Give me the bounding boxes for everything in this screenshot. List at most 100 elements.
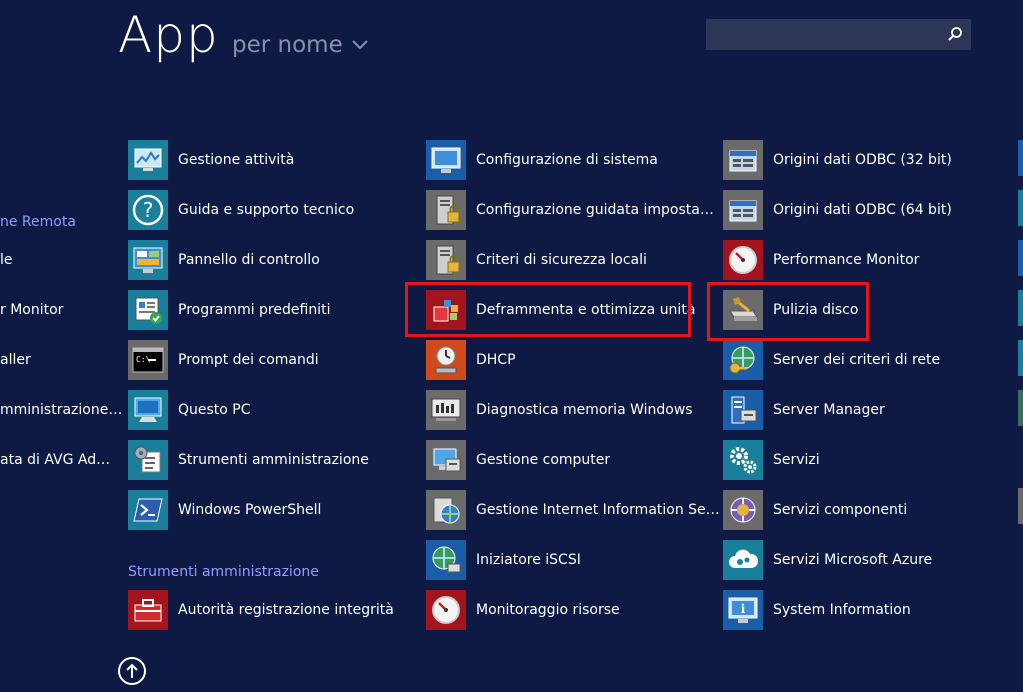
app-system-information[interactable]: i System Information	[723, 588, 911, 632]
app-performance-monitor[interactable]: Performance Monitor	[723, 238, 919, 282]
app-label: le	[0, 252, 13, 268]
app-label: Gestione computer	[476, 452, 611, 468]
app-label: Server dei criteri di rete	[773, 352, 941, 368]
powershell-icon	[128, 490, 168, 530]
app-label: Autorità registrazione integrità	[178, 602, 394, 618]
app-control-panel[interactable]: Pannello di controllo	[128, 238, 320, 282]
app-label: Origini dati ODBC (64 bit)	[773, 202, 952, 218]
app-label: System Information	[773, 602, 911, 618]
app-tile-partial[interactable]: ata di AVG Ad…	[0, 438, 110, 482]
app-system-config[interactable]: Configurazione di sistema	[426, 138, 658, 182]
app-network-policy-server[interactable]: Server dei criteri di rete	[723, 338, 940, 382]
services-icon	[723, 440, 763, 480]
app-label: Performance Monitor	[773, 252, 920, 268]
app-help-support[interactable]: ? Guida e supporto tecnico	[128, 188, 354, 232]
partial-tile-edge	[1018, 488, 1023, 524]
app-iscsi-initiator[interactable]: Iniziatore iSCSI	[426, 538, 581, 582]
app-label: aller	[0, 352, 31, 368]
app-azure-services[interactable]: Servizi Microsoft Azure	[723, 538, 932, 582]
search-icon[interactable]	[947, 26, 963, 42]
chevron-down-icon	[352, 40, 368, 50]
app-local-security-policy[interactable]: Criteri di sicurezza locali	[426, 238, 647, 282]
app-label: mministrazione…	[0, 402, 123, 418]
group-header-remote: ne Remota	[0, 214, 76, 230]
app-powershell[interactable]: Windows PowerShell	[128, 488, 321, 532]
app-server-manager[interactable]: Server Manager	[723, 388, 885, 432]
partial-tile-edge	[1018, 390, 1023, 426]
default-programs-icon	[128, 290, 168, 330]
app-label: Diagnostica memoria Windows	[476, 402, 693, 418]
partial-tile-edge	[1018, 290, 1023, 326]
app-command-prompt[interactable]: C:\ Prompt dei comandi	[128, 338, 319, 382]
app-tile-partial[interactable]: r Monitor	[0, 288, 63, 332]
iis-manager-icon	[426, 490, 466, 530]
app-label: Configurazione di sistema	[476, 152, 658, 168]
sort-label: per nome	[232, 32, 343, 58]
app-label: Windows PowerShell	[178, 502, 322, 518]
app-memory-diagnostic[interactable]: Diagnostica memoria Windows	[426, 388, 693, 432]
dhcp-icon	[426, 340, 466, 380]
app-label: Prompt dei comandi	[178, 352, 319, 368]
app-task-manager[interactable]: Gestione attività	[128, 138, 294, 182]
app-health-registration[interactable]: Autorità registrazione integrità	[128, 588, 394, 632]
system-config-icon	[426, 140, 466, 180]
app-label: Server Manager	[773, 402, 885, 418]
search-box[interactable]	[706, 19, 971, 50]
server-manager-icon	[723, 390, 763, 430]
app-label: Strumenti amministrazione	[178, 452, 369, 468]
app-services[interactable]: Servizi	[723, 438, 820, 482]
app-label: Gestione attività	[178, 152, 295, 168]
app-security-wizard[interactable]: Configurazione guidata imposta…	[426, 188, 714, 232]
app-label: Programmi predefiniti	[178, 302, 331, 318]
app-label: Guida e supporto tecnico	[178, 202, 355, 218]
performance-monitor-icon	[723, 240, 763, 280]
group-header-admin-tools: Strumenti amministrazione	[128, 564, 319, 580]
app-admin-tools[interactable]: Strumenti amministrazione	[128, 438, 369, 482]
highlight-box-disk-cleanup	[707, 282, 869, 341]
app-tile-partial[interactable]: mministrazione…	[0, 388, 122, 432]
app-label: r Monitor	[0, 302, 64, 318]
command-prompt-icon: C:\	[128, 340, 168, 380]
help-icon: ?	[128, 190, 168, 230]
svg-text:i: i	[741, 602, 746, 616]
local-security-policy-icon	[426, 240, 466, 280]
app-label: Origini dati ODBC (32 bit)	[773, 152, 952, 168]
security-wizard-icon	[426, 190, 466, 230]
highlight-box-defrag	[405, 282, 691, 337]
odbc-icon	[723, 140, 763, 180]
app-odbc-64[interactable]: Origini dati ODBC (64 bit)	[723, 188, 952, 232]
app-odbc-32[interactable]: Origini dati ODBC (32 bit)	[723, 138, 952, 182]
app-this-pc[interactable]: Questo PC	[128, 388, 251, 432]
memory-diagnostic-icon	[426, 390, 466, 430]
resource-monitor-icon	[426, 590, 466, 630]
app-tile-partial[interactable]: le	[0, 238, 13, 282]
partial-tile-edge	[1018, 190, 1023, 226]
app-label: Questo PC	[178, 402, 251, 418]
app-iis-manager[interactable]: Gestione Internet Information Se…	[426, 488, 720, 532]
app-label: Servizi componenti	[773, 502, 908, 518]
app-component-services[interactable]: Servizi componenti	[723, 488, 907, 532]
app-default-programs[interactable]: Programmi predefiniti	[128, 288, 330, 332]
app-label: DHCP	[476, 352, 516, 368]
app-dhcp[interactable]: DHCP	[426, 338, 516, 382]
search-input[interactable]	[706, 19, 952, 50]
app-label: Configurazione guidata imposta…	[476, 202, 714, 218]
iscsi-icon	[426, 540, 466, 580]
system-information-icon: i	[723, 590, 763, 630]
partial-tile-edge	[1018, 240, 1023, 276]
admin-tools-icon	[128, 440, 168, 480]
app-label: ata di AVG Ad…	[0, 452, 111, 468]
scroll-top-button[interactable]	[118, 657, 146, 685]
app-tile-partial[interactable]: aller	[0, 338, 31, 382]
partial-tile-edge	[1018, 140, 1023, 176]
app-resource-monitor[interactable]: Monitoraggio risorse	[426, 588, 620, 632]
app-label: Iniziatore iSCSI	[476, 552, 581, 568]
app-label: Pannello di controllo	[178, 252, 320, 268]
app-computer-management[interactable]: Gestione computer	[426, 438, 610, 482]
toolbox-icon	[128, 590, 168, 630]
app-label: Servizi Microsoft Azure	[773, 552, 933, 568]
control-panel-icon	[128, 240, 168, 280]
computer-management-icon	[426, 440, 466, 480]
app-label: Servizi	[773, 452, 820, 468]
sort-dropdown[interactable]: per nome	[232, 32, 369, 58]
